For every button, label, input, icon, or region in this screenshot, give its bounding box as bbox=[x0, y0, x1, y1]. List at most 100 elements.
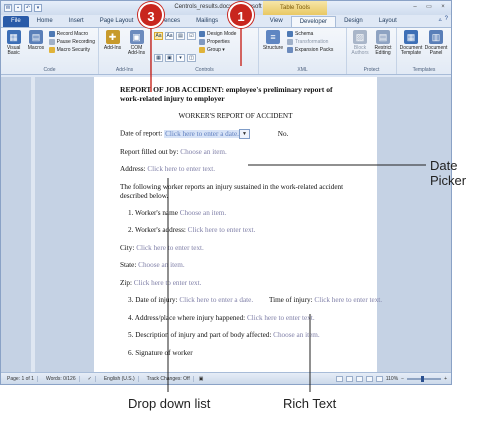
combo-box-control-button[interactable]: ▣ bbox=[165, 54, 174, 62]
injury-date-control[interactable]: Click here to enter a date. bbox=[179, 296, 253, 304]
item-3-line: 3. Date of injury: Click here to enter a… bbox=[128, 296, 383, 304]
web-layout-view-icon[interactable] bbox=[355, 375, 363, 382]
rich-text-control-button[interactable]: Aa bbox=[154, 32, 163, 40]
zoom-out-icon[interactable]: − bbox=[401, 376, 404, 382]
pause-icon bbox=[48, 39, 55, 45]
check-box-control-button[interactable]: ☑ bbox=[187, 32, 196, 40]
item-1-line: 1. Worker's name Choose an item. bbox=[128, 208, 227, 217]
macro-security-button[interactable]: Macro Security bbox=[48, 47, 95, 53]
block-authors-icon: ▨ bbox=[353, 30, 367, 44]
building-block-control-button[interactable]: ▦ bbox=[154, 54, 163, 62]
macro-record-icon[interactable]: ▣ bbox=[199, 376, 204, 382]
item-2-line: 2. Worker's address: Click here to enter… bbox=[128, 226, 256, 234]
addins-group-label: Add-Ins bbox=[115, 67, 134, 73]
group-button[interactable]: Group ▾ bbox=[199, 47, 236, 53]
warning-icon bbox=[48, 47, 55, 53]
picture-control-button[interactable]: ▤ bbox=[176, 32, 185, 40]
worker-name-dropdown-control[interactable]: Choose an item. bbox=[180, 209, 227, 217]
report-filled-line: Report filled out by: Choose an item. bbox=[120, 147, 227, 156]
document-page[interactable]: REPORT OF JOB ACCIDENT: employee's preli… bbox=[94, 77, 383, 372]
tab-layout[interactable]: Layout bbox=[371, 16, 405, 27]
window-title: Centrols_results.docx - Microsoft Word bbox=[174, 4, 278, 10]
address-line: Address: Click here to enter text. bbox=[120, 165, 216, 173]
step-1-callout: 1 bbox=[228, 2, 254, 28]
print-layout-view-icon[interactable] bbox=[335, 375, 343, 382]
document-template-icon: ▦ bbox=[404, 30, 418, 44]
group-icon bbox=[199, 47, 205, 53]
document-panel-icon: ▥ bbox=[429, 30, 443, 44]
record-macro-button[interactable]: Record Macro bbox=[48, 31, 95, 37]
drop-down-list-label: Drop down list bbox=[128, 396, 211, 411]
tab-developer[interactable]: Developer bbox=[290, 16, 337, 27]
help-icon[interactable]: ? bbox=[445, 16, 448, 23]
plain-text-control-button[interactable]: Aa bbox=[165, 32, 174, 40]
zoom-slider[interactable] bbox=[407, 375, 442, 382]
draft-view-icon[interactable] bbox=[375, 375, 383, 382]
city-line: City: Click here to enter text. bbox=[120, 243, 204, 252]
item-6-line: 6. Signature of worker bbox=[128, 348, 193, 357]
outline-view-icon[interactable] bbox=[365, 375, 373, 382]
record-macro-icon bbox=[48, 31, 55, 37]
templates-group: ▦ Document Template ▥ Document Panel Tem… bbox=[397, 28, 451, 74]
minimize-ribbon-icon[interactable]: ▵ bbox=[439, 16, 442, 23]
tab-view[interactable]: View bbox=[262, 16, 291, 27]
xml-group-label: XML bbox=[297, 67, 308, 73]
date-picker-control-button[interactable]: ◫ bbox=[187, 54, 196, 62]
addins-icon: ✚ bbox=[105, 30, 120, 44]
design-mode-button[interactable]: Design Mode bbox=[199, 31, 236, 37]
view-and-zoom-controls: 110% − + bbox=[335, 375, 451, 382]
date-picker-control[interactable]: Click here to enter a date. bbox=[164, 129, 240, 138]
tab-mailings[interactable]: Mailings bbox=[188, 16, 226, 27]
intro-paragraph: The following worker reports an injury s… bbox=[120, 182, 344, 200]
spelling-icon[interactable]: ✓ bbox=[85, 375, 96, 382]
tab-file[interactable]: File bbox=[3, 16, 29, 27]
address-text-control[interactable]: Click here to enter text. bbox=[147, 165, 215, 173]
state-dropdown-control[interactable]: Choose an item. bbox=[138, 261, 185, 269]
addins-group: ✚ Add-Ins ▣ COM Add-Ins Add-Ins bbox=[99, 28, 151, 74]
injury-time-text-control[interactable]: Click here to enter text. bbox=[314, 296, 382, 304]
word-count[interactable]: Words: 0/126 bbox=[43, 375, 80, 382]
schema-icon bbox=[287, 31, 293, 37]
injury-description-dropdown-control[interactable]: Choose an item. bbox=[273, 331, 320, 339]
language-indicator[interactable]: English (U.S.) bbox=[101, 375, 139, 382]
pause-recording-button[interactable]: Pause Recording bbox=[48, 39, 95, 45]
full-screen-view-icon[interactable] bbox=[345, 375, 353, 382]
document-subheading: WORKER'S REPORT OF ACCIDENT bbox=[178, 112, 293, 120]
zip-line: Zip: Click here to enter text. bbox=[120, 278, 202, 287]
page-count[interactable]: Page: 1 of 1 bbox=[4, 375, 38, 382]
document-heading: REPORT OF JOB ACCIDENT: employee's preli… bbox=[120, 85, 333, 103]
item-4-line: 4. Address/place where injury happened: … bbox=[128, 313, 315, 322]
expansion-packs-button[interactable]: Expansion Packs bbox=[287, 47, 333, 53]
code-group-label: Code bbox=[43, 67, 56, 73]
item-5-line: 5. Description of injury and part of bod… bbox=[128, 331, 320, 339]
date-picker-label: Date Picker bbox=[430, 158, 467, 188]
tab-insert[interactable]: Insert bbox=[61, 16, 92, 27]
zip-text-control[interactable]: Click here to enter text. bbox=[134, 279, 202, 287]
tab-design[interactable]: Design bbox=[336, 16, 371, 27]
tab-page-layout[interactable]: Page Layout bbox=[92, 16, 142, 27]
injury-place-text-control[interactable]: Click here to enter text. bbox=[247, 314, 315, 322]
maximize-button[interactable]: ▭ bbox=[423, 3, 435, 12]
protect-group-label: Protect bbox=[363, 67, 380, 73]
city-text-control[interactable]: Click here to enter text. bbox=[136, 244, 204, 252]
drop-down-list-control-button[interactable]: ▾ bbox=[176, 54, 185, 62]
tab-home[interactable]: Home bbox=[29, 16, 61, 27]
properties-button[interactable]: Properties bbox=[199, 39, 236, 45]
close-button[interactable]: × bbox=[437, 3, 449, 12]
zoom-in-icon[interactable]: + bbox=[444, 376, 447, 382]
zoom-level[interactable]: 110% bbox=[386, 376, 398, 382]
track-changes-indicator[interactable]: Track Changes: Off bbox=[144, 375, 194, 382]
worker-address-text-control[interactable]: Click here to enter text. bbox=[188, 226, 256, 234]
minimize-button[interactable]: – bbox=[409, 3, 421, 12]
transformation-button[interactable]: Transformation bbox=[287, 39, 333, 45]
ribbon-help-area: ▵ ? bbox=[439, 16, 448, 23]
properties-icon bbox=[199, 39, 205, 45]
word-window: W ▪ ↶ ▾ Centrols_results.docx - Microsof… bbox=[0, 0, 452, 385]
schema-button[interactable]: Schema bbox=[287, 31, 333, 37]
transformation-icon bbox=[287, 39, 293, 45]
filled-by-dropdown-control[interactable]: Choose an item. bbox=[180, 148, 227, 156]
controls-group: Aa Aa ▤ ☑ ▦ ▣ ▾ ◫ Design Mode Properties… bbox=[151, 28, 259, 74]
table-tools-context-tab: Table Tools bbox=[263, 1, 327, 15]
date-picker-dropdown-icon[interactable]: ▼ bbox=[238, 129, 250, 139]
expansion-packs-icon bbox=[287, 47, 293, 53]
